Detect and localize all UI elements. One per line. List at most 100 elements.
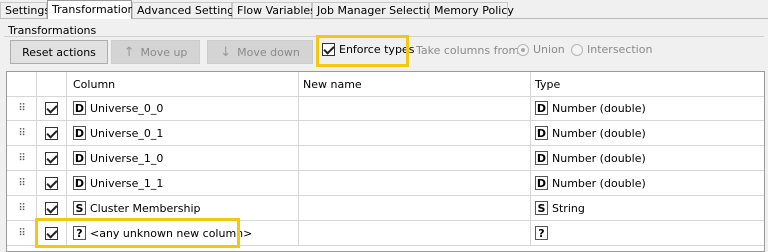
tab-label: Memory Policy [434, 4, 514, 17]
table-header: Column New name Type [7, 72, 764, 97]
header-grip-column [7, 72, 37, 96]
table-row[interactable]: ⠿ D Universe_0_0 D Number (double) [7, 96, 764, 121]
drag-handle[interactable]: ⠿ [7, 171, 37, 195]
type-name: Number (double) [552, 126, 646, 140]
tab-job-manager-selection[interactable]: Job Manager Selection [312, 2, 440, 18]
union-radio[interactable]: Union [517, 43, 565, 56]
type-name: Number (double) [552, 101, 646, 115]
tab-label: Flow Variables [237, 4, 316, 17]
row-include-checkbox[interactable] [37, 146, 67, 170]
double-type-icon: D [535, 151, 548, 165]
table-row[interactable]: ⠿ D Universe_1_1 D Number (double) [7, 171, 764, 196]
tab-label: Settings [5, 4, 51, 17]
grip-icon: ⠿ [18, 152, 25, 164]
move-down-button[interactable]: ↓ Move down [207, 40, 313, 64]
column-name: Universe_1_1 [90, 176, 164, 190]
column-name-cell: D Universe_1_1 [67, 171, 299, 195]
reset-actions-button[interactable]: Reset actions [10, 40, 108, 64]
move-up-button[interactable]: ↑ Move up [111, 40, 200, 64]
union-label: Union [533, 43, 565, 56]
arrow-down-icon: ↓ [220, 44, 232, 60]
column-name-cell: D Universe_0_1 [67, 121, 299, 145]
tab-advanced-settings[interactable]: Advanced Settings [132, 2, 240, 18]
tab-bar: Settings Transformation Advanced Setting… [0, 0, 768, 19]
type-name: String [552, 201, 585, 215]
tab-label: Transformation [52, 3, 135, 16]
tab-settings[interactable]: Settings [0, 2, 51, 18]
table-row[interactable]: ⠿ D Universe_1_0 D Number (double) [7, 146, 764, 171]
new-name-cell[interactable] [299, 146, 531, 170]
type-name: Number (double) [552, 151, 646, 165]
new-name-cell[interactable] [299, 96, 531, 120]
tab-label: Advanced Settings [137, 4, 240, 17]
double-type-icon: D [73, 151, 86, 165]
drag-handle[interactable]: ⠿ [7, 121, 37, 145]
drag-handle[interactable]: ⠿ [7, 146, 37, 170]
row-include-checkbox[interactable] [37, 121, 67, 145]
checkbox-checked-icon [45, 176, 58, 190]
column-name: Universe_0_1 [90, 126, 164, 140]
double-type-icon: D [535, 126, 548, 140]
drag-handle[interactable]: ⠿ [7, 221, 37, 245]
new-name-cell[interactable] [299, 221, 531, 245]
header-checkbox-column [37, 72, 67, 96]
type-name: Number (double) [552, 176, 646, 190]
type-cell[interactable]: D Number (double) [531, 121, 764, 145]
tab-transformation[interactable]: Transformation [47, 0, 135, 19]
string-type-icon: S [535, 201, 548, 215]
checkbox-checked-icon [45, 151, 58, 165]
table-row[interactable]: ⠿ D Universe_0_1 D Number (double) [7, 121, 764, 146]
drag-handle[interactable]: ⠿ [7, 96, 37, 120]
move-up-label: Move up [140, 45, 188, 59]
column-name-cell: S Cluster Membership [67, 196, 299, 220]
type-cell[interactable]: ? [531, 221, 764, 245]
arrow-up-icon: ↑ [123, 44, 135, 60]
unknown-type-icon: ? [535, 226, 548, 240]
tab-flow-variables[interactable]: Flow Variables [232, 2, 316, 18]
intersection-radio[interactable]: Intersection [571, 43, 652, 56]
radio-unselected-icon [571, 43, 583, 56]
column-name-cell: D Universe_0_0 [67, 96, 299, 120]
type-cell[interactable]: D Number (double) [531, 171, 764, 195]
checkbox-checked-icon [45, 126, 58, 140]
double-type-icon: D [73, 126, 86, 140]
intersection-label: Intersection [587, 43, 653, 56]
radio-selected-icon [517, 43, 529, 56]
drag-handle[interactable]: ⠿ [7, 196, 37, 220]
grip-icon: ⠿ [18, 177, 25, 189]
grip-icon: ⠿ [18, 227, 25, 239]
take-columns-label: Take columns from: [416, 44, 523, 57]
move-down-label: Move down [237, 45, 300, 59]
row-include-checkbox[interactable] [37, 96, 67, 120]
unknown-column-highlight [35, 218, 240, 248]
tab-label: Job Manager Selection [317, 4, 440, 17]
checkbox-checked-icon [45, 201, 58, 215]
column-name: Cluster Membership [90, 201, 201, 215]
double-type-icon: D [535, 101, 548, 115]
tab-memory-policy[interactable]: Memory Policy [429, 2, 514, 18]
enforce-types-highlight [316, 35, 409, 67]
new-name-cell[interactable] [299, 196, 531, 220]
row-include-checkbox[interactable] [37, 196, 67, 220]
checkbox-checked-icon [45, 101, 58, 115]
double-type-icon: D [73, 101, 86, 115]
column-name: Universe_0_0 [90, 101, 164, 115]
new-name-cell[interactable] [299, 171, 531, 195]
header-column[interactable]: Column [67, 72, 299, 96]
type-cell[interactable]: D Number (double) [531, 146, 764, 170]
grip-icon: ⠿ [18, 102, 25, 114]
string-type-icon: S [73, 201, 86, 215]
column-name-cell: D Universe_1_0 [67, 146, 299, 170]
type-cell[interactable]: S String [531, 196, 764, 220]
row-include-checkbox[interactable] [37, 171, 67, 195]
column-name: Universe_1_0 [90, 151, 164, 165]
double-type-icon: D [535, 176, 548, 190]
double-type-icon: D [73, 176, 86, 190]
type-cell[interactable]: D Number (double) [531, 96, 764, 120]
header-type[interactable]: Type [531, 72, 764, 96]
reset-actions-label: Reset actions [22, 45, 96, 59]
new-name-cell[interactable] [299, 121, 531, 145]
grip-icon: ⠿ [18, 202, 25, 214]
header-new-name[interactable]: New name [299, 72, 531, 96]
grip-icon: ⠿ [18, 127, 25, 139]
